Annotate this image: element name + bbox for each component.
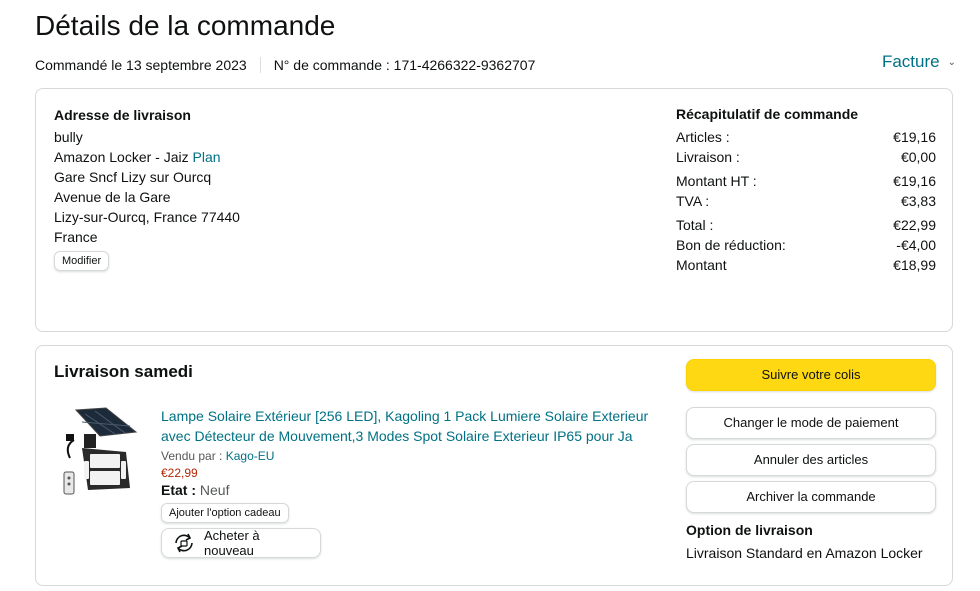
shipping-heading: Adresse de livraison — [54, 107, 191, 123]
chevron-down-icon: ⌄ — [947, 56, 956, 68]
delivery-option: Option de livraison Livraison Standard e… — [686, 521, 936, 561]
recipient-name: bully — [54, 129, 83, 145]
address-line-3: Avenue de la Gare — [54, 189, 171, 205]
track-package-button[interactable]: Suivre votre colis — [686, 359, 936, 391]
summary-value: -€4,00 — [896, 237, 936, 253]
summary-value: €18,99 — [893, 257, 936, 273]
invoice-label: Facture — [881, 52, 940, 71]
condition-line: Etat : Neuf — [161, 482, 661, 498]
summary-label: Montant HT : — [676, 173, 757, 189]
delivery-option-value: Livraison Standard en Amazon Locker — [686, 545, 923, 561]
order-summary: Récapitulatif de commande Articles : €19,… — [676, 105, 936, 275]
product-image[interactable] — [60, 406, 140, 498]
order-actions: Suivre votre colis Changer le mode de pa… — [686, 359, 936, 561]
order-number: N° de commande : 171-4266322-9362707 — [273, 57, 536, 73]
delivery-option-heading: Option de livraison — [686, 522, 813, 538]
summary-row: Livraison : €0,00 — [676, 147, 936, 167]
page-title: Détails de la commande — [35, 10, 336, 41]
summary-value: €0,00 — [900, 149, 936, 165]
summary-label: Bon de réduction: — [676, 237, 786, 253]
summary-row: TVA : €3,83 — [676, 191, 936, 211]
archive-order-button[interactable]: Archiver la commande — [686, 481, 936, 513]
summary-label: TVA : — [676, 193, 710, 209]
summary-value: €22,99 — [893, 217, 936, 233]
divider — [259, 57, 261, 73]
summary-value: €19,16 — [893, 173, 936, 189]
product-title-link[interactable]: Lampe Solaire Extérieur [256 LED], Kagol… — [161, 406, 661, 446]
summary-value: €19,16 — [893, 129, 936, 145]
order-date: Commandé le 13 septembre 2023 — [35, 57, 247, 73]
buy-again-label: Acheter à nouveau — [204, 528, 260, 558]
summary-row: Articles : €19,16 — [676, 127, 936, 147]
change-payment-button[interactable]: Changer le mode de paiement — [686, 407, 936, 439]
address-country: France — [54, 229, 98, 245]
seller-link[interactable]: Kago-EU — [226, 449, 275, 463]
sold-by-label: Vendu par : — [161, 449, 223, 463]
map-link[interactable]: Plan — [193, 149, 221, 165]
product-price: €22,99 — [161, 466, 198, 480]
shipping-address: Adresse de livraison bully Amazon Locker… — [54, 105, 240, 271]
condition-value: Neuf — [199, 482, 230, 498]
gift-option-button[interactable]: Ajouter l'option cadeau — [161, 503, 289, 523]
address-line-1: Amazon Locker - Jaiz Plan — [54, 147, 240, 167]
order-meta: Commandé le 13 septembre 2023 N° de comm… — [35, 57, 535, 73]
summary-row: Montant €18,99 — [676, 255, 936, 275]
cancel-items-button[interactable]: Annuler des articles — [686, 444, 936, 476]
summary-label: Total : — [676, 217, 714, 233]
delivery-heading: Livraison samedi — [54, 362, 193, 381]
product-details: Lampe Solaire Extérieur [256 LED], Kagol… — [161, 406, 661, 558]
invoice-dropdown[interactable]: Facture ⌄ — [882, 52, 956, 72]
summary-heading: Récapitulatif de commande — [676, 106, 859, 122]
shipment-card: Livraison samedi Lampe Solaire Extérieur… — [35, 345, 953, 586]
order-info-card: Adresse de livraison bully Amazon Locker… — [35, 88, 953, 332]
summary-label: Montant — [676, 257, 727, 273]
address-line-2: Gare Sncf Lizy sur Ourcq — [54, 169, 212, 185]
buy-again-button[interactable]: Acheter à nouveau — [161, 528, 321, 558]
buy-again-icon — [175, 533, 193, 553]
condition-label: Etat : — [161, 482, 196, 498]
summary-value: €3,83 — [900, 193, 936, 209]
locker-name: Amazon Locker - Jaiz — [54, 149, 189, 165]
solar-lamp-icon — [63, 407, 138, 495]
summary-label: Articles : — [676, 129, 730, 145]
summary-label: Livraison : — [676, 149, 740, 165]
summary-row: Bon de réduction: -€4,00 — [676, 235, 936, 255]
summary-row: Total : €22,99 — [676, 215, 936, 235]
address-line-4: Lizy-sur-Ourcq, France 77440 — [54, 209, 240, 225]
edit-address-button[interactable]: Modifier — [54, 251, 110, 271]
seller-line: Vendu par : Kago-EU — [161, 449, 661, 463]
summary-row: Montant HT : €19,16 — [676, 171, 936, 191]
